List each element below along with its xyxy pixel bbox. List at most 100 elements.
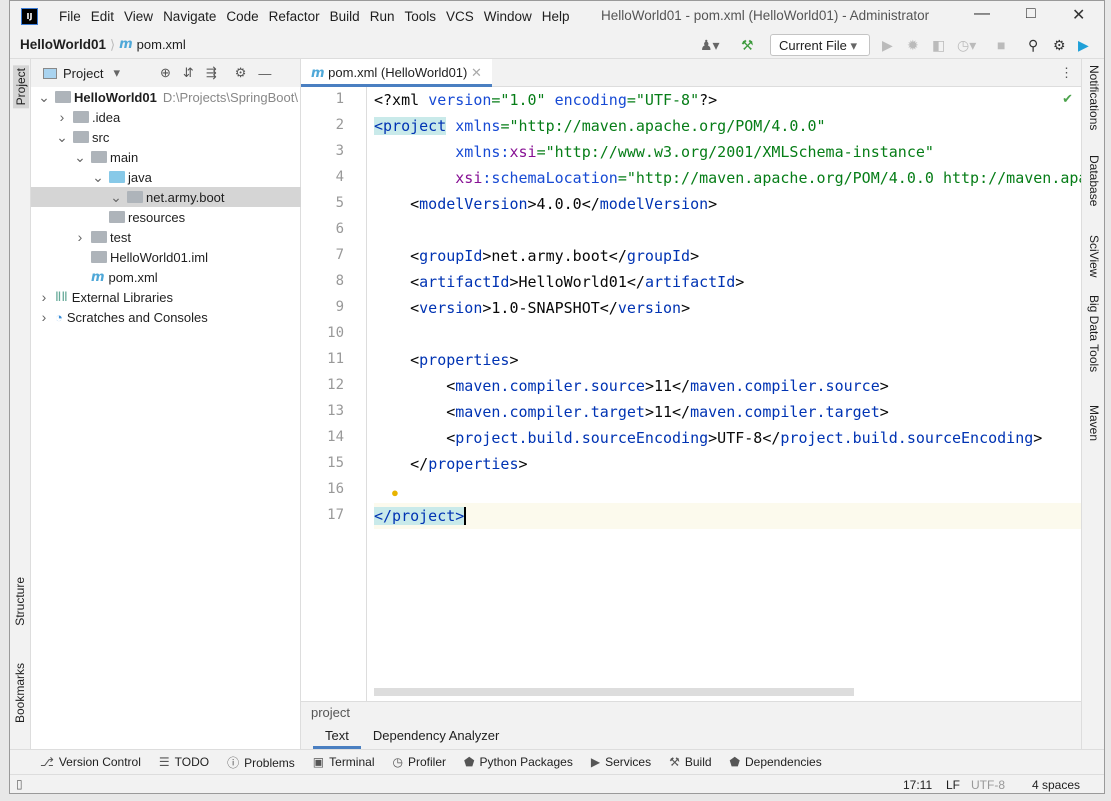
no-problems-check-icon[interactable]: ✔ [1062,91,1073,107]
bookmarks-tool-button[interactable]: Bookmarks [13,663,27,723]
locate-icon[interactable]: ⊕ [160,65,171,81]
more-options-icon[interactable]: ⋮ [1060,65,1073,81]
layout-toggle-icon[interactable]: ▯ [16,777,23,791]
right-tool-database[interactable]: Database [1087,155,1101,206]
stop-icon[interactable]: ■ [997,37,1005,53]
collapse-all-icon[interactable]: ⇶ [206,65,217,81]
tree-item[interactable]: ⌄ net.army.boot [31,187,301,207]
tool-window-build[interactable]: ⚒ Build [669,755,711,769]
menu-edit[interactable]: Edit [86,9,119,24]
project-view-selector[interactable]: Project [63,66,103,81]
horizontal-scrollbar[interactable] [374,688,854,696]
expand-all-icon[interactable]: ⇵ [183,65,194,81]
close-tab-icon[interactable]: ✕ [471,65,482,80]
menu-view[interactable]: View [119,9,158,24]
code-editor[interactable]: <?xml version="1.0" encoding="UTF-8"?> <p… [374,87,1081,701]
tree-item[interactable]: › ⅡⅡ External Libraries [31,287,301,307]
code-line[interactable]: <project xmlns="http://maven.apache.org/… [374,113,1081,139]
code-line[interactable]: <artifactId>HelloWorld01</artifactId> [374,269,1081,295]
tab-dependency-analyzer[interactable]: Dependency Analyzer [361,723,511,749]
right-tool-maven[interactable]: Maven [1087,405,1101,441]
menu-navigate[interactable]: Navigate [158,9,221,24]
code-line[interactable]: <?xml version="1.0" encoding="UTF-8"?> [374,87,1081,113]
close-icon[interactable]: ✕ [1072,5,1085,25]
profile-icon[interactable]: ◷▾ [957,37,976,54]
tree-item[interactable]: › .idea [31,107,301,127]
code-line[interactable]: </properties> [374,451,1081,477]
menu-tools[interactable]: Tools [399,9,441,24]
menu-run[interactable]: Run [365,9,400,24]
chevron-right-icon[interactable]: › [37,309,51,325]
code-line[interactable]: xmlns:xsi="http://www.w3.org/2001/XMLSch… [374,139,1081,165]
chevron-down-icon[interactable]: ⌄ [109,189,123,206]
breadcrumb-project[interactable]: HelloWorld01 [20,37,106,52]
toolbox-icon[interactable]: ▶ [1078,37,1089,54]
code-line[interactable]: <maven.compiler.target>11</maven.compile… [374,399,1081,425]
chevron-down-icon[interactable]: ▾ [113,65,120,81]
user-icon[interactable]: ♟▾ [700,37,720,54]
tree-item[interactable]: ⌄ java [31,167,301,187]
code-line[interactable]: xsi:schemaLocation="http://maven.apache.… [374,165,1081,191]
line-separator[interactable]: LF [946,778,960,792]
menu-help[interactable]: Help [537,9,575,24]
tree-item[interactable]: HelloWorld01.iml [31,247,301,267]
hide-icon[interactable]: — [258,66,271,81]
right-tool-notifications[interactable]: Notifications [1087,65,1101,130]
tool-window-services[interactable]: ▶ Services [591,755,651,769]
xml-breadcrumb[interactable]: project [301,701,1081,723]
code-line[interactable]: <version>1.0-SNAPSHOT</version> [374,295,1081,321]
tool-window-dependencies[interactable]: ⬟ Dependencies [730,755,822,769]
menu-vcs[interactable]: VCS [441,9,479,24]
maximize-icon[interactable]: □ [1026,5,1036,23]
gear-icon[interactable]: ⚙ [235,65,247,81]
chevron-down-icon[interactable]: ⌄ [91,169,105,186]
chevron-down-icon[interactable]: ⌄ [37,89,51,106]
tool-window-version-control[interactable]: ⎇ Version Control [40,755,141,769]
file-encoding[interactable]: UTF-8 [971,778,1005,792]
tool-window-python-packages[interactable]: ⬟ Python Packages [464,755,573,769]
tree-item[interactable]: m pom.xml [31,267,301,287]
code-line[interactable] [374,321,1081,347]
project-tool-button[interactable]: Project [13,65,29,109]
right-tool-big-data-tools[interactable]: Big Data Tools [1087,295,1101,372]
tree-item[interactable]: › test [31,227,301,247]
right-tool-sciview[interactable]: SciView [1087,235,1101,277]
menu-refactor[interactable]: Refactor [264,9,325,24]
coverage-icon[interactable]: ◧ [932,37,945,54]
code-line[interactable]: <project.build.sourceEncoding>UTF-8</pro… [374,425,1081,451]
tool-window-terminal[interactable]: ▣ Terminal [313,755,375,769]
code-line[interactable]: <properties> [374,347,1081,373]
build-hammer-icon[interactable]: ⚒ [741,37,754,54]
lightbulb-icon[interactable]: ● [391,485,399,500]
run-config-dropdown[interactable]: Current File ▾ [770,34,870,56]
debug-icon[interactable]: ✹ [907,37,919,54]
tree-item[interactable]: ⌄ src [31,127,301,147]
caret-position[interactable]: 17:11 [903,778,932,792]
tree-item[interactable]: resources [31,207,301,227]
code-line[interactable] [374,477,1081,503]
menu-build[interactable]: Build [325,9,365,24]
breadcrumb-file[interactable]: pom.xml [137,37,186,52]
tree-item[interactable]: ⌄ main [31,147,301,167]
menu-code[interactable]: Code [221,9,263,24]
chevron-right-icon[interactable]: › [73,229,87,245]
tab-text[interactable]: Text [313,723,361,749]
gear-icon[interactable]: ⚙ [1053,37,1066,54]
code-line[interactable]: </project> [374,503,1081,529]
code-line[interactable]: <groupId>net.army.boot</groupId> [374,243,1081,269]
editor-tab-pom[interactable]: m pom.xml (HelloWorld01) ✕ [301,59,492,87]
code-line[interactable]: <maven.compiler.source>11</maven.compile… [374,373,1081,399]
tree-item[interactable]: ⌄ HelloWorld01 D:\Projects\SpringBoot\ [31,87,301,107]
chevron-down-icon[interactable]: ⌄ [73,149,87,166]
tool-window-todo[interactable]: ☰ TODO [159,755,209,769]
tool-window-problems[interactable]: ⓘ Problems [227,754,295,771]
code-line[interactable]: <modelVersion>4.0.0</modelVersion> [374,191,1081,217]
chevron-down-icon[interactable]: ⌄ [55,129,69,146]
tool-window-profiler[interactable]: ◷ Profiler [393,755,447,769]
structure-tool-button[interactable]: Structure [13,577,27,626]
menu-window[interactable]: Window [479,9,537,24]
search-icon[interactable]: ⚲ [1028,37,1038,54]
tree-item[interactable]: › ◔ Scratches and Consoles [31,307,301,327]
indent-setting[interactable]: 4 spaces [1032,778,1080,792]
chevron-right-icon[interactable]: › [37,289,51,305]
